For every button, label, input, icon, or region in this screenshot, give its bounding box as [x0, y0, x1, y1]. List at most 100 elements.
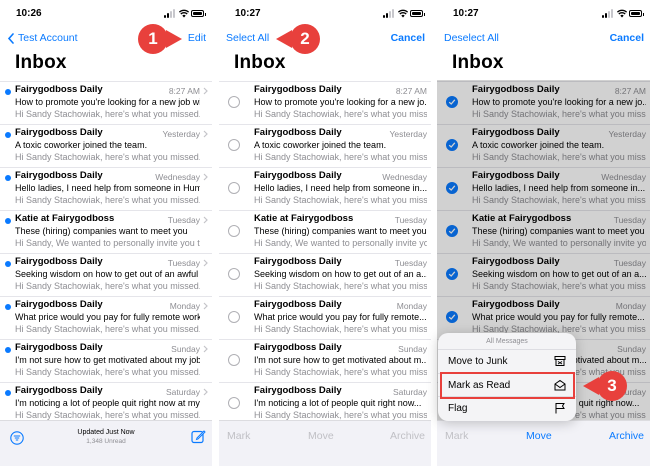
message-date: Sunday: [398, 344, 427, 354]
chevron-right-icon: [203, 173, 208, 181]
signal-icon: [173, 9, 175, 18]
message-subject: How to promote you're looking for a new …: [254, 97, 427, 107]
status-bar: 10:27: [437, 8, 650, 22]
message-row[interactable]: Fairygodboss Daily Wednesday Hello ladies,…: [219, 168, 431, 211]
message-list: Fairygodboss Daily 8:27 AM How to promote …: [0, 81, 212, 426]
back-button-label: Test Account: [18, 32, 78, 44]
status-bar: 10:26: [0, 8, 212, 22]
message-preview: Hi Sandy Stachowiak, here's what you mis…: [254, 410, 427, 420]
chevron-right-icon: [203, 388, 208, 396]
message-subject: I'm noticing a lot of people quit right …: [15, 398, 200, 408]
message-row[interactable]: Katie at Fairygodboss Tuesday These (hirin…: [0, 211, 212, 254]
message-row[interactable]: Fairygodboss Daily Monday What price would…: [219, 297, 431, 340]
message-row[interactable]: Fairygodboss Daily Monday What price would…: [0, 297, 212, 340]
chevron-right-icon: [203, 345, 208, 353]
signal-icon: [611, 9, 613, 18]
message-preview: Hi Sandy Stachowiak, here's what you mis…: [254, 281, 427, 291]
message-preview: Hi Sandy Stachowiak, here's what you mis…: [15, 367, 200, 377]
archive-button[interactable]: Archive: [390, 430, 425, 442]
message-preview: Hi Sandy Stachowiak, here's what you mis…: [15, 152, 200, 162]
message-date: Monday: [169, 301, 200, 311]
message-preview: Hi Sandy Stachowiak, here's what you mis…: [15, 195, 200, 205]
wifi-icon: [617, 9, 627, 18]
message-row[interactable]: Fairygodboss DailySundayI'm not sure how…: [219, 340, 431, 383]
message-subject: Seeking wisdom on how to get out of an a…: [15, 269, 200, 279]
menu-item-label: Move to Junk: [448, 356, 508, 367]
select-checkbox[interactable]: [228, 268, 240, 280]
back-button[interactable]: Test Account: [7, 32, 78, 44]
inbox-panel-edit: 10:27 Select All Cancel Inbox Fairygodbo…: [219, 0, 431, 466]
unread-dot: [5, 347, 11, 353]
signal-icon: [389, 11, 391, 18]
deselect-all-button[interactable]: Deselect All: [444, 32, 499, 44]
cancel-button[interactable]: Cancel: [610, 32, 644, 44]
wifi-icon: [179, 9, 189, 18]
move-to-junk-item[interactable]: Move to Junk: [438, 350, 576, 374]
message-subject: Seeking wisdom on how to get out of an a…: [254, 269, 427, 279]
message-subject: A toxic coworker joined the team.: [15, 140, 148, 150]
message-date: 8:27 AM: [395, 86, 427, 96]
message-preview: Hi Sandy Stachowiak, here's what you mis…: [15, 324, 200, 334]
select-checkbox[interactable]: [228, 96, 240, 108]
battery-icon: [629, 10, 644, 17]
chevron-left-icon: [7, 32, 14, 44]
message-row[interactable]: Katie at Fairygodboss Tuesday These (hirin…: [219, 211, 431, 254]
select-checkbox[interactable]: [228, 311, 240, 323]
select-checkbox[interactable]: [228, 397, 240, 409]
move-button[interactable]: Move: [308, 430, 334, 442]
page-title: Inbox: [452, 52, 504, 73]
message-row[interactable]: Fairygodboss Daily Yesterday A toxic cowor…: [0, 125, 212, 168]
mark-button[interactable]: Mark: [445, 430, 468, 442]
message-row[interactable]: Fairygodboss Daily Wednesday Hello ladies,…: [0, 168, 212, 211]
select-checkbox[interactable]: [228, 139, 240, 151]
status-time: 10:27: [235, 8, 261, 19]
archive-button[interactable]: Archive: [609, 430, 644, 442]
highlight-box: [440, 372, 575, 399]
signal-icon: [164, 15, 166, 18]
message-row[interactable]: Fairygodboss DailySundayI'm not sure how…: [0, 340, 212, 383]
edit-button[interactable]: Edit: [188, 32, 206, 44]
signal-icon: [386, 13, 388, 18]
flag-item[interactable]: Flag: [438, 397, 576, 421]
message-row[interactable]: Fairygodboss Daily Tuesday Seeking wisdom …: [0, 254, 212, 297]
status-bar: 10:27: [219, 8, 431, 22]
message-subject: I'm not sure how to get motivated about …: [254, 355, 427, 365]
message-row[interactable]: Fairygodboss Daily Yesterday A toxic cowor…: [219, 125, 431, 168]
message-subject: What price would you pay for fully remot…: [254, 312, 427, 322]
unread-count: 1,348 Unread: [86, 438, 126, 445]
message-row[interactable]: Fairygodboss Daily 8:27 AM How to promote …: [0, 82, 212, 125]
message-preview: Hi Sandy Stachowiak, here's what you mis…: [254, 367, 427, 377]
bottom-toolbar: Updated Just Now 1,348 Unread: [0, 420, 212, 466]
message-subject: What price would you pay for fully remot…: [15, 312, 200, 322]
unread-dot: [5, 390, 11, 396]
message-subject: Hello ladies, I need help from someone i…: [15, 183, 200, 193]
select-checkbox[interactable]: [228, 182, 240, 194]
signal-icon: [392, 9, 394, 18]
move-button[interactable]: Move: [526, 430, 552, 442]
page-title: Inbox: [15, 52, 67, 73]
signal-icon: [167, 13, 169, 18]
message-date: Wednesday: [382, 172, 427, 182]
bottom-toolbar: Mark Move Archive: [219, 420, 431, 466]
select-checkbox[interactable]: [228, 225, 240, 237]
message-preview: Hi Sandy Stachowiak, here's what you mis…: [15, 281, 200, 291]
message-row[interactable]: Fairygodboss Daily Tuesday Seeking wisdom …: [219, 254, 431, 297]
message-subject: A toxic coworker joined the team.: [254, 140, 387, 150]
inbox-panel-default: 10:26 Test Account Edit Inbox Fairygodbo…: [0, 0, 212, 466]
message-date: Monday: [396, 301, 427, 311]
message-date: Wednesday: [155, 172, 200, 182]
select-checkbox[interactable]: [228, 354, 240, 366]
select-all-button[interactable]: Select All: [226, 32, 269, 44]
unread-dot: [5, 304, 11, 310]
message-preview: Hi Sandy, We wanted to personally invite…: [254, 238, 427, 248]
signal-icon: [170, 11, 172, 18]
compose-icon[interactable]: [191, 429, 206, 444]
mark-button[interactable]: Mark: [227, 430, 250, 442]
battery-icon: [410, 10, 425, 17]
message-subject: How to promote you're looking for a new …: [15, 97, 200, 107]
message-row[interactable]: Fairygodboss Daily 8:27 AM How to promote …: [219, 82, 431, 125]
message-preview: Hi Sandy Stachowiak, here's what you mis…: [15, 109, 200, 119]
chevron-right-icon: [203, 130, 208, 138]
filter-icon[interactable]: [10, 431, 24, 445]
cancel-button[interactable]: Cancel: [391, 32, 425, 44]
